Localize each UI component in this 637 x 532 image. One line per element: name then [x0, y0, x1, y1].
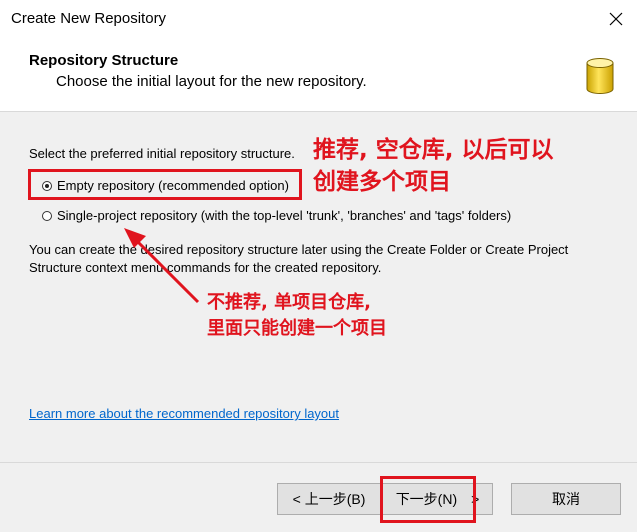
- wizard-header: Repository Structure Choose the initial …: [0, 38, 637, 112]
- help-line-2: Structure context menu commands for the …: [29, 260, 382, 275]
- back-button[interactable]: < 上一步(B): [277, 483, 381, 515]
- cancel-button-label: 取消: [552, 491, 580, 507]
- option-single-project[interactable]: Single-project repository (with the top-…: [42, 208, 511, 223]
- annotation-not-recommended-line2: 里面只能创建一个项目: [207, 318, 387, 339]
- highlight-empty-option: [28, 169, 302, 200]
- close-icon: [609, 12, 623, 26]
- annotation-recommended-line2: 创建多个项目: [313, 169, 451, 195]
- help-line-1: You can create the desired repository st…: [29, 242, 569, 257]
- annotation-recommended-line1: 推荐, 空仓库, 以后可以: [313, 137, 554, 163]
- learn-more-link[interactable]: Learn more about the recommended reposit…: [29, 406, 339, 421]
- highlight-next-button: [380, 476, 476, 523]
- annotation-recommended: 推荐, 空仓库, 以后可以 创建多个项目: [313, 134, 554, 198]
- close-button[interactable]: [601, 4, 631, 34]
- window-title: Create New Repository: [11, 10, 167, 27]
- option-single-label: Single-project repository (with the top-…: [57, 208, 512, 223]
- back-button-label: < 上一步(B): [292, 491, 366, 507]
- help-text: You can create the desired repository st…: [29, 241, 609, 277]
- annotation-not-recommended-line1: 不推荐, 单项目仓库,: [207, 292, 371, 313]
- structure-prompt: Select the preferred initial repository …: [29, 146, 295, 161]
- title-bar: Create New Repository: [0, 0, 637, 38]
- page-title: Repository Structure: [29, 52, 179, 69]
- cancel-button[interactable]: 取消: [511, 483, 621, 515]
- footer-divider: [0, 462, 637, 463]
- page-subtitle: Choose the initial layout for the new re…: [56, 73, 367, 90]
- database-icon: [586, 58, 614, 94]
- radio-unselected-icon[interactable]: [42, 210, 52, 221]
- annotation-not-recommended: 不推荐, 单项目仓库, 里面只能创建一个项目: [207, 290, 387, 342]
